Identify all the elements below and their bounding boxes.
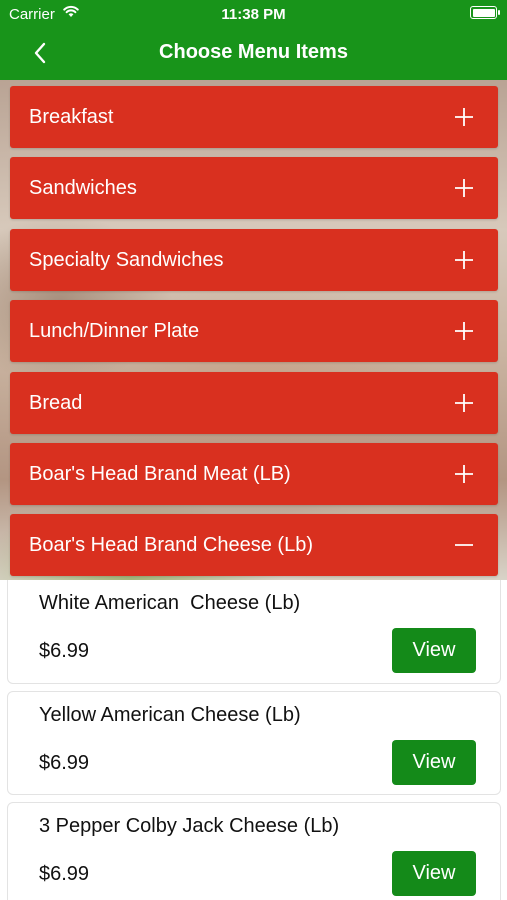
category-label: Specialty Sandwiches bbox=[29, 248, 224, 271]
clock: 11:38 PM bbox=[221, 6, 286, 23]
category-label: Sandwiches bbox=[29, 177, 137, 200]
header: Carrier 11:38 PM Choose Menu Items bbox=[0, 0, 507, 80]
plus-icon bbox=[455, 322, 473, 341]
category-label: Lunch/Dinner Plate bbox=[29, 320, 200, 343]
category-boars-head-cheese[interactable]: Boar's Head Brand Cheese (Lb) bbox=[10, 514, 498, 577]
view-button[interactable]: View bbox=[392, 628, 476, 673]
category-sandwiches[interactable]: Sandwiches bbox=[10, 157, 498, 220]
item-name: White American Cheese (Lb) bbox=[39, 592, 301, 614]
plus-icon bbox=[455, 250, 473, 269]
list-item: White American Cheese (Lb) $6.99 View bbox=[7, 580, 501, 684]
battery-icon bbox=[470, 6, 500, 19]
page-title: Choose Menu Items bbox=[159, 41, 348, 63]
plus-icon bbox=[455, 393, 473, 412]
item-name: 3 Pepper Colby Jack Cheese (Lb) bbox=[39, 815, 340, 837]
item-price: $6.99 bbox=[39, 752, 90, 774]
category-label: Boar's Head Brand Cheese (Lb) bbox=[29, 534, 313, 557]
item-price: $6.99 bbox=[39, 863, 90, 885]
category-lunch-dinner-plate[interactable]: Lunch/Dinner Plate bbox=[10, 300, 498, 363]
category-breakfast[interactable]: Breakfast bbox=[10, 86, 498, 148]
list-item: Yellow American Cheese (Lb) $6.99 View bbox=[7, 691, 501, 795]
category-specialty-sandwiches[interactable]: Specialty Sandwiches bbox=[10, 228, 498, 291]
list-item: 3 Pepper Colby Jack Cheese (Lb) $6.99 Vi… bbox=[7, 802, 501, 900]
status-bar: Carrier 11:38 PM bbox=[0, 0, 507, 28]
category-boars-head-meat[interactable]: Boar's Head Brand Meat (LB) bbox=[10, 442, 498, 505]
item-name: Yellow American Cheese (Lb) bbox=[39, 704, 301, 726]
item-list: White American Cheese (Lb) $6.99 View Ye… bbox=[7, 580, 501, 900]
plus-icon bbox=[455, 464, 473, 483]
view-button[interactable]: View bbox=[392, 851, 476, 896]
nav-bar: Choose Menu Items bbox=[0, 30, 507, 76]
item-price: $6.99 bbox=[39, 640, 90, 662]
category-label: Boar's Head Brand Meat (LB) bbox=[29, 462, 291, 485]
category-label: Bread bbox=[29, 391, 83, 414]
view-button[interactable]: View bbox=[392, 740, 476, 785]
plus-icon bbox=[455, 108, 473, 126]
minus-icon bbox=[455, 544, 473, 547]
category-bread[interactable]: Bread bbox=[10, 371, 498, 434]
category-label: Breakfast bbox=[29, 106, 114, 128]
plus-icon bbox=[455, 179, 473, 198]
category-list: Breakfast Sandwiches Specialty Sandwiche… bbox=[10, 86, 498, 586]
